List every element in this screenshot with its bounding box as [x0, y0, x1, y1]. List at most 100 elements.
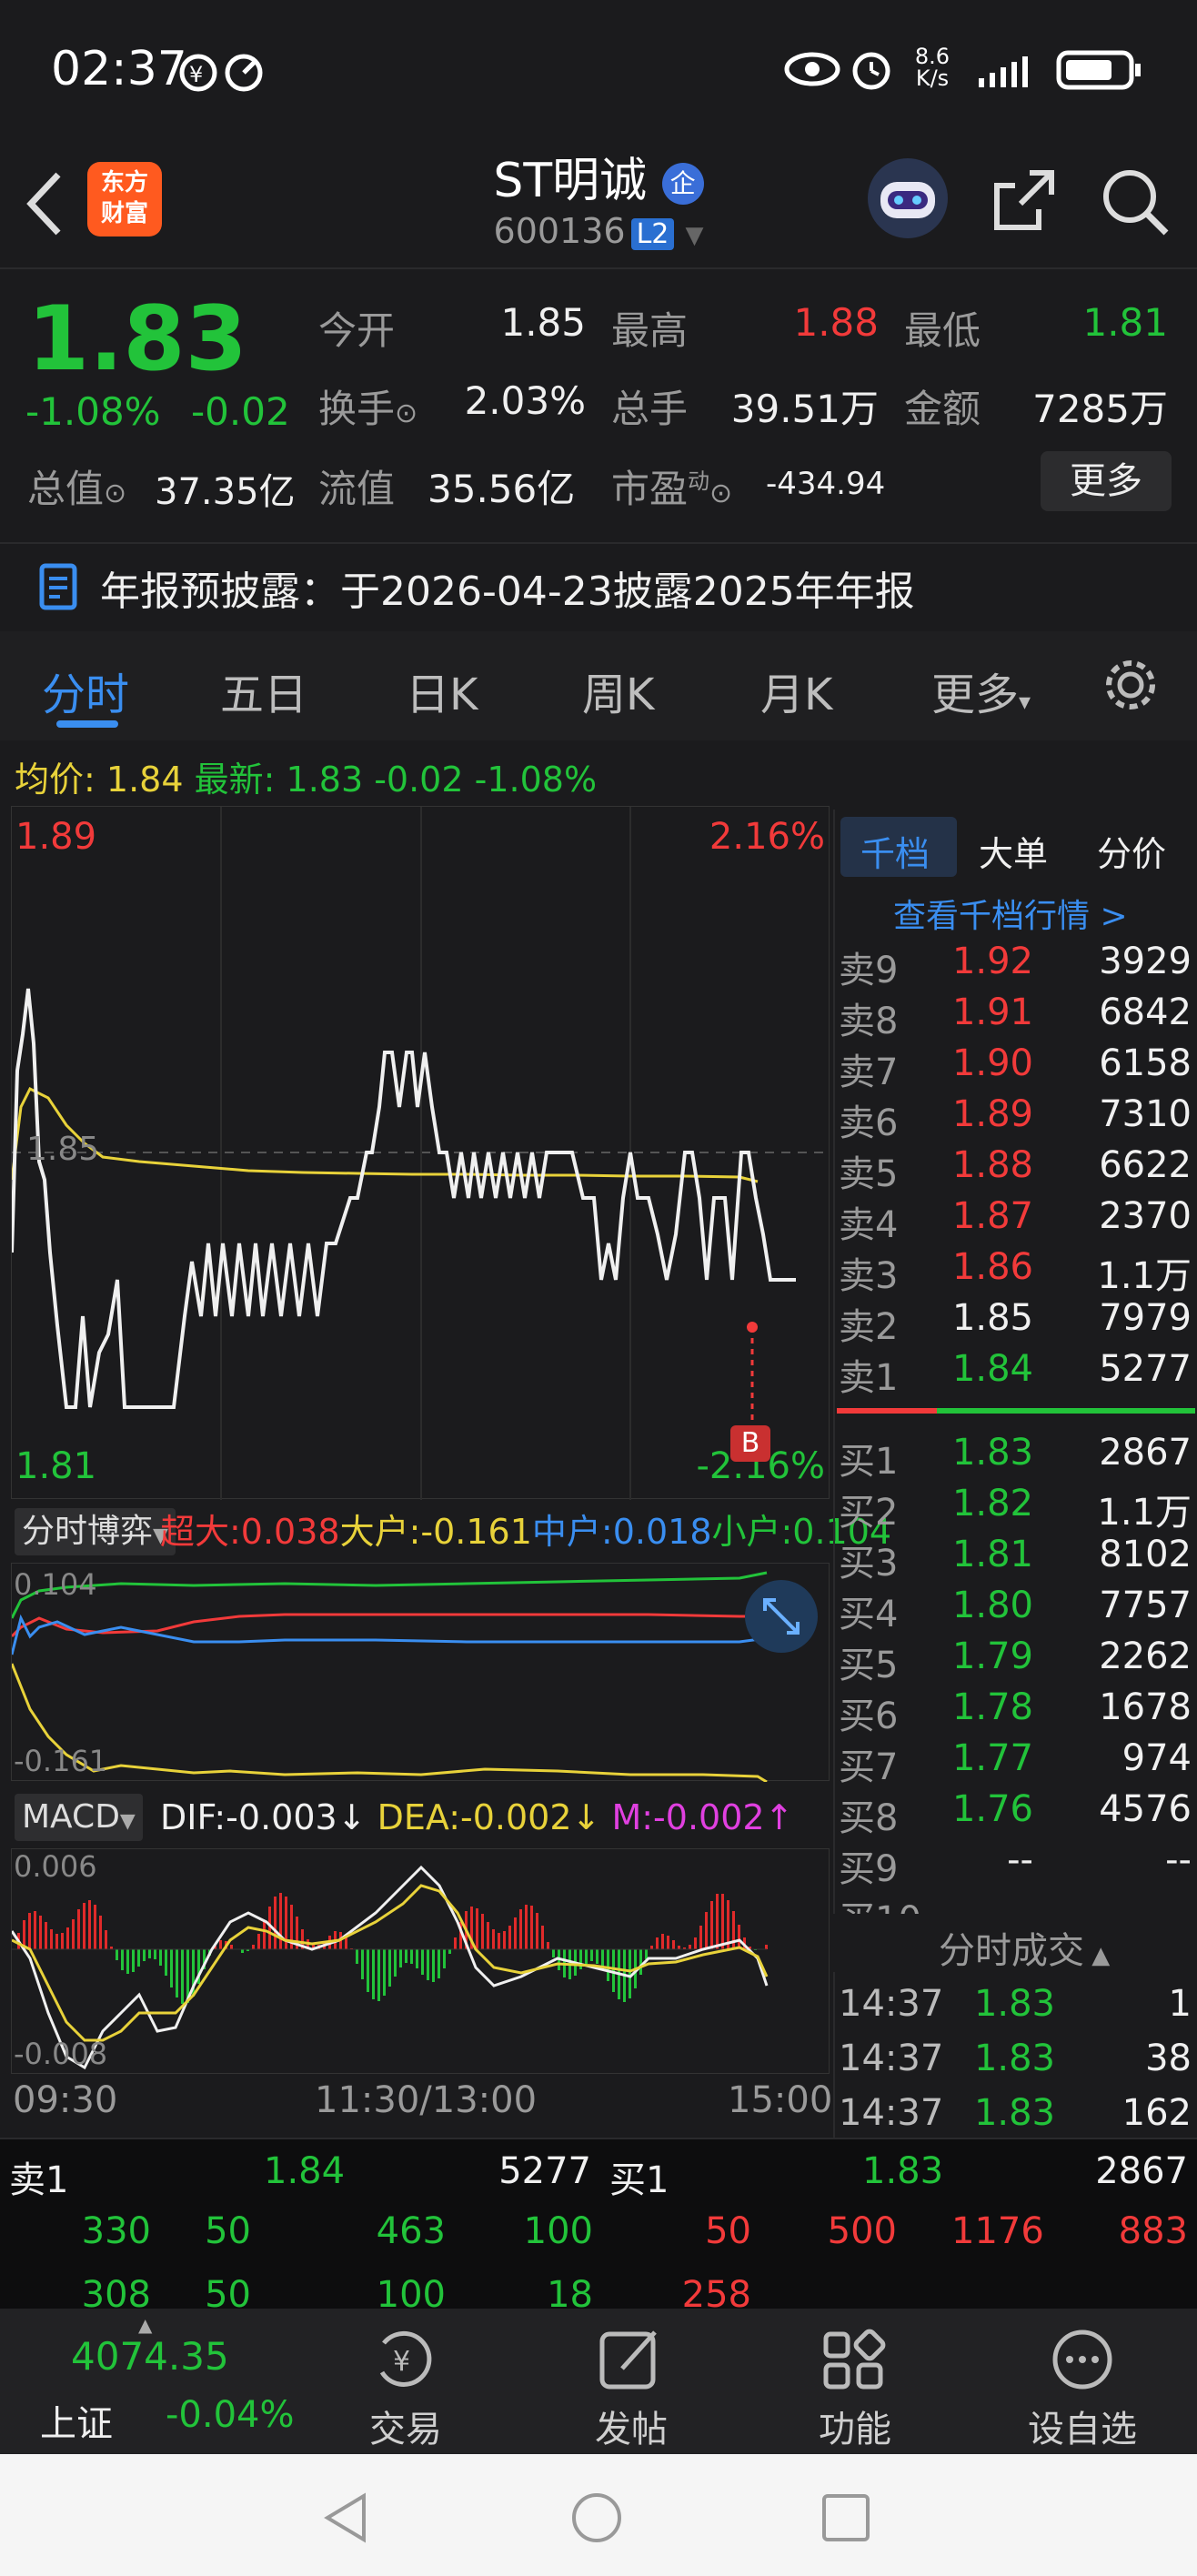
ask-level-label: 卖2 [839, 1306, 899, 1348]
mktcap-label[interactable]: 总值⊙ [27, 458, 126, 514]
depth-link[interactable]: 查看千档行情 > [893, 890, 1128, 937]
tab-five-day[interactable]: 五日 [220, 659, 307, 722]
bid-row[interactable]: 买7 1.77 974 [837, 1737, 1192, 1788]
macd-bar [263, 1920, 266, 1949]
pe-value: -434.94 [766, 466, 886, 502]
alarm-icon [852, 52, 890, 90]
queue-cell: 330 [81, 2210, 151, 2252]
document-icon [39, 563, 77, 610]
queue-sell-price: 1.84 [264, 2150, 346, 2192]
flow-indicator-selector[interactable]: 分时博弈▼ [15, 1508, 176, 1555]
macd-bar [443, 1949, 446, 1968]
last-price: 1.83 [27, 287, 247, 391]
book-divider [837, 1408, 1195, 1414]
turnover-label[interactable]: 换手⊙ [318, 378, 417, 434]
ask-volume: 1.1万 [1097, 1255, 1192, 1297]
macd-bar [405, 1949, 407, 1963]
annual-report-notice[interactable]: 年报预披露：于2026-04-23披露2025年年报 [0, 542, 1197, 629]
gear-icon[interactable] [1101, 655, 1161, 715]
macd-bar [181, 1949, 184, 2004]
bid-row[interactable]: 买8 1.76 4576 [837, 1788, 1192, 1839]
amount-label: 金额 [904, 387, 981, 431]
ask-row[interactable]: 卖9 1.92 3929 [837, 941, 1192, 991]
macd-bar [710, 1901, 713, 1949]
macd-selector[interactable]: MACD▼ [15, 1794, 143, 1841]
more-button[interactable]: 更多 [1041, 451, 1172, 511]
ask-row[interactable]: 卖8 1.91 6842 [837, 991, 1192, 1042]
ask-row[interactable]: 卖5 1.88 6622 [837, 1144, 1192, 1195]
chart-low-price: 1.81 [15, 1445, 97, 1487]
macd-bar [694, 1937, 697, 1949]
recents-square-icon[interactable] [819, 2490, 873, 2545]
tab-price-distribution[interactable]: 分价 [1097, 826, 1166, 876]
back-triangle-icon[interactable] [318, 2490, 373, 2545]
tab-big-orders[interactable]: 大单 [979, 826, 1048, 876]
index-ticker[interactable]: ▲ 4074.35 上证 -0.04% [0, 2309, 300, 2454]
flow-large: 大户:-0.161 [339, 1512, 532, 1552]
home-circle-icon[interactable] [569, 2490, 624, 2545]
macd-bar [219, 1940, 222, 1949]
buy-marker[interactable]: B [730, 1425, 770, 1462]
tab-depth[interactable]: 千档 [860, 826, 930, 876]
macd-bar [438, 1949, 440, 1978]
tab-monthly-k[interactable]: 月K [760, 659, 832, 722]
nav-function[interactable]: 功能 [791, 2400, 919, 2452]
turnover-value: 2.03% [464, 378, 586, 423]
bid-row[interactable]: 买5 1.79 2262 [837, 1635, 1192, 1686]
macd-bar [241, 1949, 244, 1953]
low-label: 最低 [904, 308, 981, 353]
bid-row[interactable]: 买4 1.80 7757 [837, 1585, 1192, 1635]
robot-assistant-icon[interactable] [864, 155, 951, 242]
queue-buy-price: 1.83 [862, 2150, 944, 2192]
ask-row[interactable]: 卖1 1.84 5277 [837, 1348, 1192, 1399]
nav-post[interactable]: 发帖 [568, 2400, 695, 2452]
chart-high-pct: 2.16% [709, 816, 825, 858]
macd-bar [116, 1949, 118, 1960]
search-icon[interactable] [1097, 164, 1173, 240]
avg-price-line [12, 1086, 759, 1183]
bid-row[interactable]: 买2 1.82 1.1万 [837, 1483, 1192, 1534]
trades-header[interactable]: 分时成交 ▲ [833, 1914, 1197, 1972]
intraday-chart[interactable]: 1.89 2.16% 1.85 1.81 -2.16% B [11, 806, 830, 1500]
ask-row[interactable]: 卖2 1.85 7979 [837, 1297, 1192, 1348]
macd-bar [367, 1949, 369, 1992]
bid-row[interactable]: 买9 -- -- [837, 1839, 1192, 1890]
ask-row[interactable]: 卖3 1.86 1.1万 [837, 1246, 1192, 1297]
macd-bar [416, 1949, 418, 1968]
bid-row[interactable]: 买6 1.78 1678 [837, 1686, 1192, 1737]
bid-row[interactable]: 买3 1.81 8102 [837, 1534, 1192, 1585]
ask-row[interactable]: 卖4 1.87 2370 [837, 1195, 1192, 1246]
trade-icon: ¥ [379, 2330, 432, 2387]
active-tab-indicator [56, 720, 118, 728]
svg-text:¥: ¥ [189, 62, 203, 87]
ask-row[interactable]: 卖7 1.90 6158 [837, 1042, 1192, 1093]
macd-bar [388, 1949, 391, 1987]
macd-m: M:-0.002 [611, 1797, 765, 1837]
pe-label[interactable]: 市盈动⊙ [611, 458, 732, 514]
tab-weekly-k[interactable]: 周K [582, 659, 654, 722]
nav-add-watchlist[interactable]: 设自选 [1019, 2400, 1146, 2452]
expand-button[interactable] [745, 1580, 818, 1653]
nav-trade[interactable]: 交易 [342, 2400, 469, 2452]
share-icon[interactable] [988, 164, 1061, 236]
level2-badge: L2 [630, 218, 675, 250]
ask-row[interactable]: 卖6 1.89 7310 [837, 1093, 1192, 1144]
mktcap-value: 37.35亿 [155, 471, 296, 513]
trade-time: 14:37 [839, 1983, 944, 2025]
ask-level-label: 卖4 [839, 1204, 899, 1246]
macd-bar [83, 1903, 86, 1949]
tab-more[interactable]: 更多▾ [931, 659, 1031, 722]
tab-intraday[interactable]: 分时 [42, 659, 129, 722]
macd-bar [508, 1926, 511, 1949]
macd-bar [476, 1908, 478, 1949]
ask-level-label: 卖5 [839, 1153, 899, 1195]
tab-daily-k[interactable]: 日K [406, 659, 478, 722]
queue-cell: 463 [376, 2210, 446, 2252]
macd-bar [383, 1949, 386, 1996]
bid-row[interactable]: 买1 1.83 2867 [837, 1432, 1192, 1483]
ask-price: 1.87 [951, 1195, 1033, 1237]
bid-level-label: 买2 [839, 1492, 899, 1534]
chevron-down-icon: ▼ [685, 222, 704, 249]
enterprise-badge: 企 [661, 163, 704, 205]
bid-price: 1.82 [951, 1483, 1033, 1524]
